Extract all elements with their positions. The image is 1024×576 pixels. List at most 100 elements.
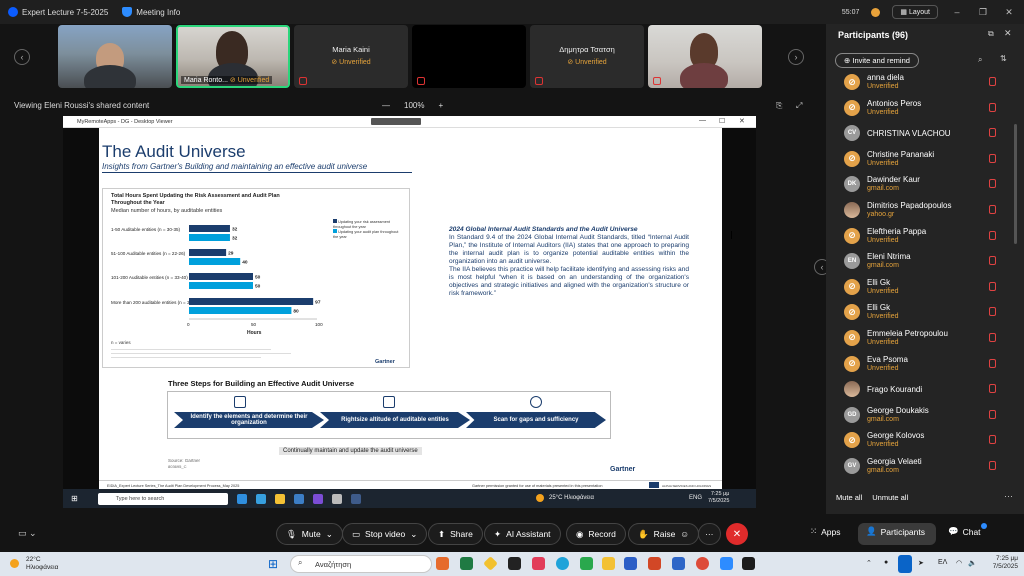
remote-outlook-icon[interactable]: [293, 493, 304, 504]
minimize-icon[interactable]: –: [950, 7, 964, 17]
more-button[interactable]: ···: [698, 523, 721, 545]
remote-viewer-icon[interactable]: [350, 493, 361, 504]
participant-row[interactable]: Dimitrios Papadopoulos yahoo.gr: [826, 198, 1024, 224]
participant-row[interactable]: GV Georgia Velaeti gmail.com: [826, 454, 1024, 480]
viewer-toolbar-handle[interactable]: [371, 118, 421, 125]
sort-icon[interactable]: ⇅: [1000, 54, 1007, 63]
participant-row[interactable]: CV CHRISTINA VLACHOU: [826, 121, 1024, 147]
close-panel-icon[interactable]: ✕: [1004, 28, 1012, 39]
muted-mic-icon: [989, 384, 996, 394]
panel-more-icon[interactable]: ···: [1004, 491, 1013, 501]
green-app-icon[interactable]: [580, 557, 593, 570]
layout-button[interactable]: ▦ Layout: [892, 5, 938, 19]
record-button[interactable]: ◉ Record: [566, 523, 626, 545]
video-tile-4[interactable]: [412, 25, 526, 88]
participant-row[interactable]: ⊘ Eva Psoma Unverified: [826, 352, 1024, 378]
tray-lang[interactable]: ΕΛ: [938, 559, 947, 566]
apps-button[interactable]: ⁙ Apps: [810, 526, 841, 537]
participant-row[interactable]: ⊘ Eleftheria Pappa Unverified: [826, 224, 1024, 250]
panel-scrollbar[interactable]: [1014, 124, 1017, 244]
chevron-down-icon[interactable]: ⌄: [326, 529, 333, 540]
remote-app-icon[interactable]: [255, 493, 266, 504]
zoom-out-button[interactable]: —: [382, 101, 390, 110]
raise-button[interactable]: ✋ Raise ☺: [628, 523, 700, 545]
windows-taskbar: 22°C Ηλιοφάνεια ⊞ Αναζήτηση ⌕ ⌃ ● ➤ ΕΛ ◠…: [0, 552, 1024, 576]
video-tile-1[interactable]: [58, 25, 172, 88]
popout-icon[interactable]: ⧉: [988, 29, 994, 39]
next-videos-button[interactable]: ›: [788, 49, 804, 65]
app-diamond-icon[interactable]: [483, 556, 498, 571]
word-icon[interactable]: [624, 557, 637, 570]
mute-all-button[interactable]: Mute all: [836, 493, 862, 502]
bar: [189, 258, 241, 265]
viewer-taskbar-icon[interactable]: [742, 557, 755, 570]
firefox-icon[interactable]: [436, 557, 449, 570]
stop-video-button[interactable]: ▭ Stop video ⌄: [342, 523, 428, 545]
muted-mic-icon: [417, 77, 425, 85]
previous-videos-button[interactable]: ‹: [14, 49, 30, 65]
ai-assistant-button[interactable]: ✦ AI Assistant: [484, 523, 561, 545]
participant-row[interactable]: ⊘ Christine Pananaki Unverified: [826, 147, 1024, 173]
share-button[interactable]: ⬆ Share: [428, 523, 483, 545]
video-tile-5[interactable]: Δημητρα Τσατση ⊘ Unverified: [530, 25, 644, 88]
tray-mic-icon[interactable]: [898, 555, 912, 573]
outlook-icon[interactable]: [672, 557, 685, 570]
captions-icon[interactable]: ▭ ⌄: [18, 528, 37, 539]
annotate-icon[interactable]: ⎘: [776, 101, 782, 111]
participant-row[interactable]: ⊘ Elli Gk Unverified: [826, 275, 1024, 301]
video-tile-3[interactable]: Maria Kaini ⊘ Unverified: [294, 25, 408, 88]
mute-button[interactable]: 🎙 Mute ⌄: [276, 523, 343, 545]
tv-app-icon[interactable]: [508, 557, 521, 570]
emoji-icon[interactable]: ☺: [680, 529, 689, 539]
edge-icon[interactable]: [556, 557, 569, 570]
viewer-minimize-icon[interactable]: —: [699, 117, 706, 124]
tray-send-icon[interactable]: ➤: [918, 559, 924, 567]
restore-icon[interactable]: ❐: [976, 7, 990, 18]
chat-button[interactable]: 💬 Chat: [948, 526, 981, 537]
file-explorer-icon[interactable]: [602, 557, 615, 570]
participant-row[interactable]: ⊘ Elli Gk Unverified: [826, 300, 1024, 326]
zoom-taskbar-icon[interactable]: [720, 557, 733, 570]
red-app-icon[interactable]: [532, 557, 545, 570]
close-icon[interactable]: ✕: [1002, 7, 1016, 18]
participant-row[interactable]: ⊘ Antonios Peros Unverified: [826, 96, 1024, 122]
chevron-down-icon[interactable]: ⌄: [410, 529, 417, 540]
unmute-all-button[interactable]: Unmute all: [872, 493, 908, 502]
participant-row[interactable]: DK Dawinder Kaur gmail.com: [826, 172, 1024, 198]
invite-button[interactable]: ⊕ Invite and remind: [835, 53, 919, 68]
participant-row[interactable]: Frago Kourandi: [826, 377, 1024, 403]
meeting-info-button[interactable]: Meeting Info: [122, 7, 180, 17]
remote-settings-icon[interactable]: [331, 493, 342, 504]
participant-row[interactable]: EN Eleni Ntrima gmail.com: [826, 249, 1024, 275]
share-label: Share: [450, 529, 473, 539]
video-tile-2[interactable]: Maria Ronto... ⊘ Unverified: [176, 25, 290, 88]
tray-chevron-icon[interactable]: ⌃: [866, 559, 872, 567]
volume-icon[interactable]: 🔈: [968, 559, 977, 567]
taskbar-search[interactable]: Αναζήτηση: [290, 555, 432, 573]
participant-row[interactable]: GD George Doukakis gmail.com: [826, 403, 1024, 429]
remote-edge-icon[interactable]: [236, 493, 247, 504]
remote-start-icon[interactable]: ⊞: [71, 494, 78, 503]
participant-row[interactable]: ⊘ George Kolovos Unverified: [826, 428, 1024, 454]
participant-row[interactable]: ⊘ anna diela Unverified: [826, 70, 1024, 96]
tray-app-icon[interactable]: ●: [884, 559, 888, 566]
viewer-close-icon[interactable]: ✕: [739, 117, 745, 125]
taskbar-clock[interactable]: 7:25 μμ 7/5/2025: [993, 555, 1018, 571]
remote-explorer-icon[interactable]: [274, 493, 285, 504]
powerpoint-icon[interactable]: [648, 557, 661, 570]
zoom-in-button[interactable]: +: [438, 101, 443, 110]
user-avatar[interactable]: [871, 7, 881, 17]
wifi-icon[interactable]: ◠: [956, 559, 962, 567]
windows-start-icon[interactable]: ⊞: [268, 557, 278, 571]
video-tile-6[interactable]: [648, 25, 762, 88]
viewer-maximize-icon[interactable]: ☐: [719, 117, 725, 125]
search-icon[interactable]: ⌕: [978, 55, 982, 65]
remote-teams-icon[interactable]: [312, 493, 323, 504]
excel-icon[interactable]: [460, 557, 473, 570]
weather-widget[interactable]: 22°C Ηλιοφάνεια: [10, 556, 58, 571]
chrome-icon[interactable]: [696, 557, 709, 570]
participant-row[interactable]: ⊘ Emmeleia Petropoulou Unverified: [826, 326, 1024, 352]
leave-button[interactable]: ✕: [726, 523, 748, 545]
remote-search-box[interactable]: Type here to search: [97, 492, 228, 505]
fullscreen-icon[interactable]: ⤢: [796, 101, 802, 111]
